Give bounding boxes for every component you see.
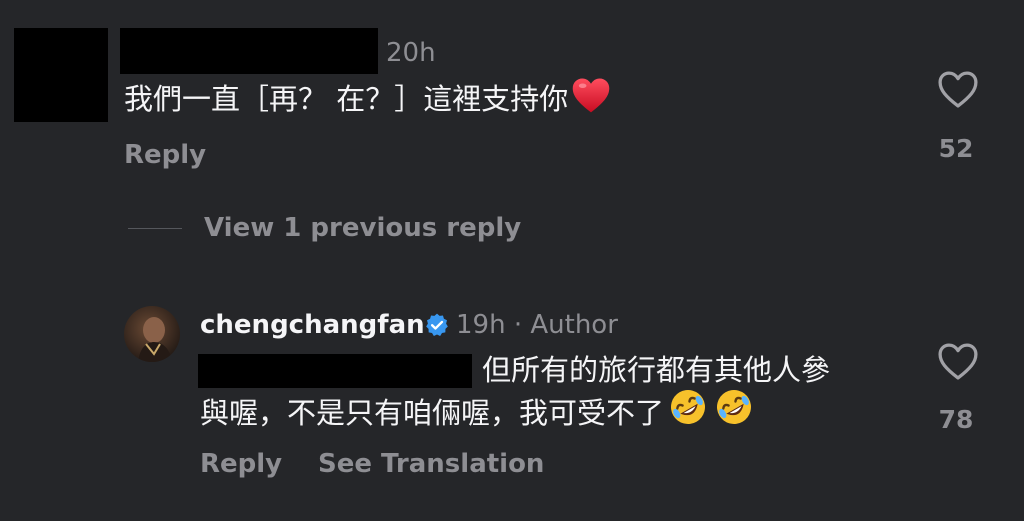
thread-divider	[128, 228, 182, 229]
heart-icon[interactable]	[936, 340, 980, 382]
comment-timestamp: 20h	[386, 38, 436, 68]
author-username[interactable]: chengchangfan	[200, 309, 425, 341]
reply-body-line-2: 與喔，不是只有咱倆喔，我可受不了	[200, 396, 665, 430]
commenter-username-redacted[interactable]	[120, 28, 378, 74]
heart-icon[interactable]	[936, 68, 980, 110]
commenter-avatar-redacted[interactable]	[14, 28, 108, 122]
reply-button[interactable]: Reply	[124, 140, 206, 170]
comment-text: 我們一直［再？ 在？］這裡支持你	[124, 74, 612, 130]
reply-timestamp: 19h · Author	[456, 310, 618, 340]
reply-text-line-2: 與喔，不是只有咱倆喔，我可受不了	[200, 387, 754, 442]
author-tag: Author	[530, 310, 618, 340]
comment-body: 我們一直［再？ 在？］這裡支持你	[124, 82, 569, 116]
meta-separator: ·	[513, 310, 523, 340]
comments-screen: 20h 我們一直［再？ 在？］這裡支持你 Reply 52 View 1 pre…	[0, 0, 1024, 521]
reply-body-line-1: 但所有的旅行都有其他人參	[482, 353, 831, 387]
rolling-laughing-emoji-icon	[668, 387, 708, 442]
like-count: 52	[938, 134, 974, 163]
mention-redacted[interactable]	[198, 354, 472, 388]
view-previous-reply-button[interactable]: View 1 previous reply	[204, 213, 521, 243]
rolling-laughing-emoji-icon	[714, 387, 754, 442]
author-avatar[interactable]	[124, 306, 180, 362]
reply-button[interactable]: Reply	[200, 449, 282, 479]
verified-badge-icon	[424, 312, 450, 338]
like-count: 78	[938, 405, 974, 434]
reply-time: 19h	[456, 310, 506, 340]
see-translation-button[interactable]: See Translation	[318, 449, 544, 479]
red-heart-icon	[570, 75, 612, 130]
